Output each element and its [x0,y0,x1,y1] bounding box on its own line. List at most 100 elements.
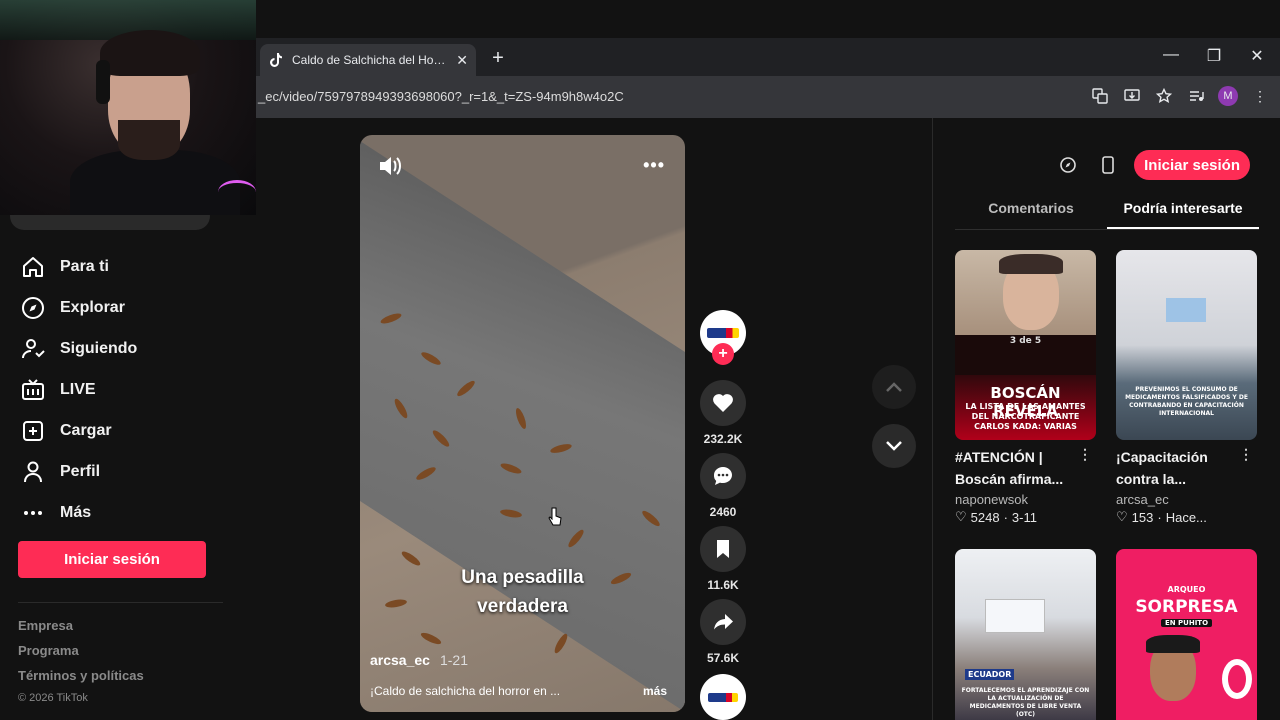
close-window-button[interactable]: ✕ [1242,46,1272,66]
footer-link-empresa[interactable]: Empresa [18,618,144,643]
next-video-button[interactable] [872,424,916,468]
sidebar-item-live[interactable]: LIVE [20,369,137,410]
video-description: ¡Caldo de salchicha del horror en ... [370,684,561,698]
card-stats: ♡ 5248 · 3-11 [955,509,1096,525]
arcsa-logo [708,692,738,702]
screen: Caldo de Salchicha del Horror en ✕ + — ❐… [0,0,1280,720]
sidebar-item-mas[interactable]: Más [20,492,137,533]
header-login-button[interactable]: Iniciar sesión [1134,150,1250,180]
follow-plus-button[interactable]: + [712,343,734,365]
sidebar-nav: Para ti Explorar Siguiendo LIVE Cargar P… [20,246,137,533]
volume-icon[interactable] [378,155,404,177]
tab-comentarios[interactable]: Comentarios [955,198,1107,229]
right-panel-header: Iniciar sesión [1054,150,1250,180]
tab-title: Caldo de Salchicha del Horror en [292,53,449,67]
profile-avatar[interactable]: M [1218,86,1238,106]
video-more-link[interactable]: más [643,684,667,698]
thumbnail-headline: SORPRESA [1135,597,1238,617]
sidebar-item-label: Siguiendo [60,339,138,357]
webcam-overlay [0,0,256,215]
previous-video-button[interactable] [872,365,916,409]
translate-icon[interactable] [1090,86,1110,106]
right-panel: Iniciar sesión Comentarios Podría intere… [932,118,1280,720]
sidebar-item-label: Más [60,503,92,521]
upload-icon [20,418,46,444]
restore-button[interactable]: ❐ [1199,46,1229,66]
comment-count: 2460 [709,505,737,519]
sidebar-item-cargar[interactable]: Cargar [20,410,137,451]
bookmark-icon[interactable] [700,526,746,572]
card-username[interactable]: naponewsok [955,492,1096,507]
webcam-headset [96,60,110,104]
heart-icon[interactable] [700,380,746,426]
thumbnail-projection-screen [985,599,1045,633]
sidebar-item-para-ti[interactable]: Para ti [20,246,137,287]
comment-action[interactable]: 2460 [700,453,746,519]
video-thumbnail[interactable]: ECUADOR FORTALECEMOS EL APRENDIZAJE CON … [955,549,1096,720]
recommended-video-card[interactable]: ARQUEO SORPRESA EN PUHITO [1116,549,1257,720]
browser-address-bar: _ec/video/7597978949393698060?_r=1&_t=ZS… [256,76,1280,118]
video-player[interactable]: ••• Una pesadilla verdadera arcsa_ec 1-2… [360,135,685,712]
right-panel-tabs: Comentarios Podría interesarte [955,198,1259,230]
sidebar-item-label: Perfil [60,462,101,480]
copyright-text: © 2026 TikTok [18,692,88,704]
card-date: 3-11 [1011,509,1037,525]
footer-link-programa[interactable]: Programa [18,643,144,668]
minimize-button[interactable]: — [1156,46,1186,64]
card-title[interactable]: ¡Capacitación contra la... [1116,446,1240,490]
recommended-video-card[interactable]: PREVENIMOS EL CONSUMO DE MEDICAMENTOS FA… [1116,250,1257,525]
thumbnail-page-badge: 3 de 5 [1009,336,1042,346]
share-action[interactable]: 57.6K [700,599,746,665]
recommended-video-card[interactable]: 3 de 5 BOSCÁN REVELA LA LISTA DE LAS AMA… [955,250,1096,525]
sidebar-login-button[interactable]: Iniciar sesión [18,541,206,578]
card-likes: 153 [1131,509,1154,525]
browser-menu-icon[interactable]: ⋮ [1250,86,1270,106]
share-icon[interactable] [700,599,746,645]
sidebar-item-label: Cargar [60,421,112,439]
install-app-icon[interactable] [1122,86,1142,106]
home-icon [20,254,46,280]
card-title[interactable]: #ATENCIÓN | Boscán afirma... [955,446,1079,490]
comment-icon[interactable] [700,453,746,499]
video-thumbnail[interactable]: 3 de 5 BOSCÁN REVELA LA LISTA DE LAS AMA… [955,250,1096,440]
mouse-cursor-icon [548,507,562,527]
webcam-person-hair [100,30,200,76]
save-action[interactable]: 11.6K [700,526,746,592]
like-action[interactable]: 232.2K [700,380,746,446]
webcam-neon-light [218,180,256,204]
following-icon [20,336,46,362]
card-menu-icon[interactable]: ⋮ [1239,446,1253,463]
video-thumbnail[interactable]: PREVENIMOS EL CONSUMO DE MEDICAMENTOS FA… [1116,250,1257,440]
card-username[interactable]: arcsa_ec [1116,492,1257,507]
device-icon[interactable] [1094,151,1122,179]
sidebar-item-siguiendo[interactable]: Siguiendo [20,328,137,369]
sidebar-item-explorar[interactable]: Explorar [20,287,137,328]
thumbnail-subheadline: EN PUHITO [1161,619,1212,627]
card-separator: · [1157,509,1162,525]
tab-podria-interesarte[interactable]: Podría interesarte [1107,198,1259,229]
compass-icon[interactable] [1054,151,1082,179]
thumbnail-ring-graphic [1222,659,1252,699]
browser-tab[interactable]: Caldo de Salchicha del Horror en ✕ [260,44,476,76]
thumbnail-screen [1166,298,1206,322]
video-thumbnail[interactable]: ARQUEO SORPRESA EN PUHITO [1116,549,1257,720]
footer-link-terminos[interactable]: Términos y políticas [18,668,144,693]
browser-toolbar-icons: M ⋮ [1090,86,1270,106]
tab-close-icon[interactable]: ✕ [456,52,468,69]
new-tab-button[interactable]: + [486,47,510,70]
thumbnail-headline: FORTALECEMOS EL APRENDIZAJE CON LA ACTUA… [961,687,1090,718]
url-field[interactable]: _ec/video/7597978949393698060?_r=1&_t=ZS… [258,89,624,104]
recommended-video-card[interactable]: ECUADOR FORTALECEMOS EL APRENDIZAJE CON … [955,549,1096,720]
media-controls-icon[interactable] [1186,86,1206,106]
bookmark-star-icon[interactable] [1154,86,1174,106]
video-caption-line1: Una pesadilla [461,567,584,588]
sidebar-item-perfil[interactable]: Perfil [20,451,137,492]
sound-disc-avatar[interactable] [700,674,746,720]
video-date: 1-21 [439,652,468,668]
video-username[interactable]: arcsa_ec [370,652,430,668]
card-menu-icon[interactable]: ⋮ [1078,446,1092,463]
thumbnail-headline: PREVENIMOS EL CONSUMO DE MEDICAMENTOS FA… [1125,386,1248,417]
sidebar-divider [18,602,223,603]
video-more-options-icon[interactable]: ••• [643,155,665,176]
card-likes: 5248 [970,509,1000,525]
